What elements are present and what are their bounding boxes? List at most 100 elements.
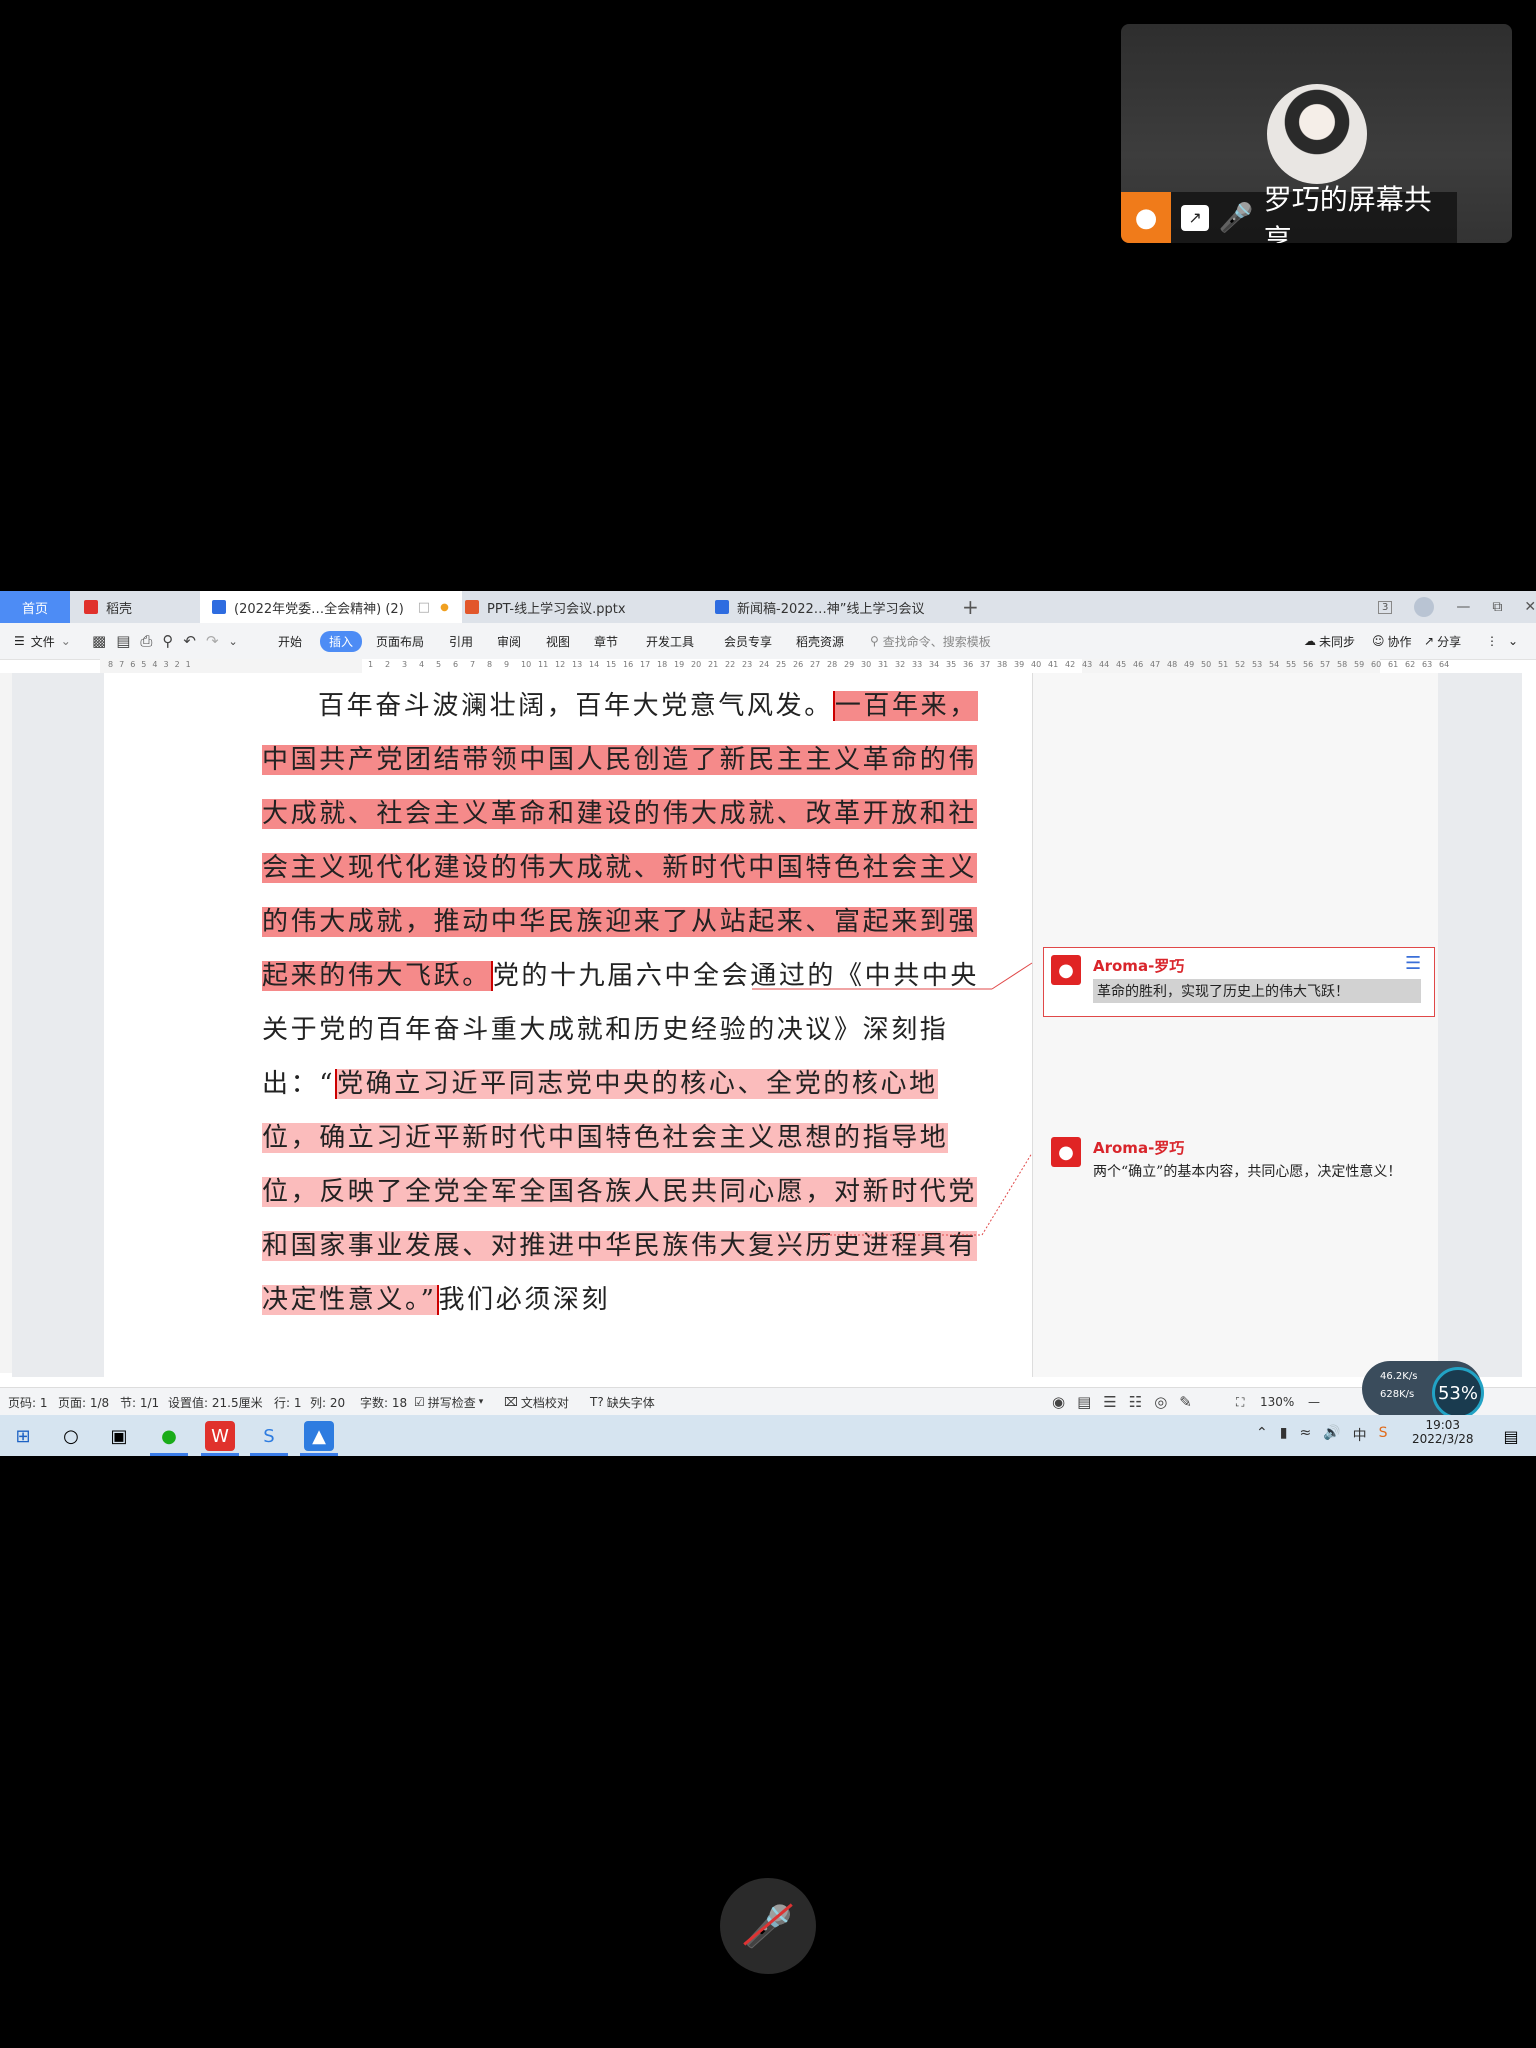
customize-icon[interactable]: ⌄ [229, 635, 238, 648]
redo-icon[interactable]: ↷ [206, 632, 219, 650]
save-icon[interactable]: ▩ [92, 632, 106, 650]
command-search[interactable]: ⚲ 查找命令、搜索模板 [870, 623, 991, 659]
ruler-tick: 37 [980, 660, 991, 669]
wechat-icon[interactable]: ● [150, 1421, 188, 1456]
presenter-avatar [1267, 84, 1367, 184]
file-menu-label: 文件 [30, 634, 55, 649]
mute-microphone-button[interactable]: 🎤 [720, 1878, 816, 1974]
menu-item-review[interactable]: 审阅 [497, 623, 521, 659]
proofread-button[interactable]: ⌧ 文档校对 [504, 1388, 569, 1416]
search-circle-icon[interactable]: ○ [56, 1421, 86, 1451]
clock[interactable]: 19:03 2022/3/28 [1412, 1418, 1474, 1446]
document-canvas[interactable]: 百年奋斗波澜壮阔，百年大党意气风发。一百年来，中国共产党团结带领中国人民创造了新… [12, 673, 1522, 1377]
view-mode-buttons: ◉ ▤ ☰ ☷ ◎ ✎ [1052, 1388, 1192, 1416]
volume-icon[interactable]: 🔊 [1323, 1425, 1340, 1445]
write-mode-icon[interactable]: ✎ [1179, 1393, 1192, 1411]
file-menu[interactable]: ☰ 文件 ⌄ [14, 623, 71, 659]
menu-item-chapter[interactable]: 章节 [594, 623, 618, 659]
notification-icon[interactable]: ▤ [1496, 1421, 1526, 1451]
tab-news-doc[interactable]: 新闻稿-2022…神”线上学习会议 [705, 591, 960, 623]
meeting-app-icon[interactable]: ▲ [300, 1421, 338, 1456]
zoom-level[interactable]: 130% [1260, 1388, 1294, 1416]
menu-item-view[interactable]: 视图 [546, 623, 570, 659]
proofread-icon: ⌧ [504, 1395, 518, 1409]
menu-item-member[interactable]: 会员专享 [724, 623, 772, 659]
export-pdf-icon[interactable]: ▤ [116, 632, 130, 650]
print-preview-icon[interactable]: ⚲ [162, 632, 173, 650]
restore-icon[interactable]: ⧉ [1492, 599, 1502, 615]
ime-indicator[interactable]: 中 [1353, 1425, 1367, 1445]
menu-item-daoke[interactable]: 稻壳资源 [796, 623, 844, 659]
tab-wps-daoke[interactable]: 稻壳 [74, 591, 210, 623]
ruler-tick: 49 [1184, 660, 1195, 669]
ruler-tick: 15 [606, 660, 617, 669]
window-count-badge[interactable]: 3 [1378, 600, 1393, 614]
checkbox-icon: ☑ [414, 1395, 425, 1409]
status-setting: 设置值: 21.5厘米 [168, 1395, 263, 1410]
ruler-tick: 9 [504, 660, 510, 669]
collapse-ribbon-icon[interactable]: ⌄ [1508, 623, 1518, 659]
collaborate-icon: ☺ [1372, 634, 1385, 648]
spell-check-button[interactable]: ☑ 拼写检查 ▾ [414, 1388, 483, 1416]
windows-start-icon[interactable]: ⊞ [8, 1421, 38, 1451]
page-view-icon[interactable]: ▤ [1077, 1393, 1091, 1411]
network-speed-widget[interactable]: 46.2K/s 628K/s 53% [1362, 1361, 1484, 1419]
menu-item-insert[interactable]: 插入 [320, 623, 363, 659]
minimize-icon[interactable]: — [1456, 599, 1470, 615]
menu-item-developer[interactable]: 开发工具 [646, 623, 694, 659]
microphone-muted-icon: 🎤 [743, 1902, 793, 1950]
menu-item-references[interactable]: 引用 [449, 623, 473, 659]
undo-icon[interactable]: ↶ [183, 632, 196, 650]
ruler-tick: 4 [419, 660, 425, 669]
wps-logo-icon [84, 600, 98, 614]
share-button[interactable]: ↗ 分享 [1424, 623, 1461, 659]
tab-ppt[interactable]: PPT-线上学习会议.pptx [455, 591, 710, 623]
wps-writer-window: 首页 稻壳 (2022年党委…全会精神) (2) □ ● PPT-线上学习会议.… [0, 591, 1536, 1456]
new-tab-button[interactable]: + [962, 591, 979, 623]
menu-item-layout[interactable]: 页面布局 [376, 623, 424, 659]
missing-font-button[interactable]: T? 缺失字体 [590, 1388, 655, 1416]
sync-button[interactable]: ☁ 未同步 [1304, 623, 1355, 659]
ruler-tick: 50 [1201, 660, 1212, 669]
wifi-icon[interactable]: ≈ [1299, 1425, 1311, 1445]
comment-connector-lines [752, 962, 1033, 1236]
ruler-tick: 60 [1371, 660, 1382, 669]
task-view-icon[interactable]: ▣ [104, 1421, 134, 1451]
print-icon[interactable]: ⎙ [140, 632, 152, 650]
ruler-tick: 33 [912, 660, 923, 669]
sogou-tray-icon[interactable]: S [1379, 1425, 1388, 1445]
web-view-icon[interactable]: ◎ [1154, 1393, 1167, 1411]
status-pages[interactable]: 页面: 1/8 [58, 1388, 109, 1416]
ruler-tick: 45 [1116, 660, 1127, 669]
battery-icon[interactable]: ▮ [1280, 1425, 1288, 1445]
ruler-tick: 57 [1320, 660, 1331, 669]
system-tray: ⌃ ▮ ≈ 🔊 中 S [1256, 1425, 1388, 1445]
wps-app-icon[interactable]: W [201, 1421, 239, 1456]
ruler-tick: 58 [1337, 660, 1348, 669]
eye-protection-icon[interactable]: ◉ [1052, 1393, 1065, 1411]
ruler-tick: 6 [130, 660, 136, 669]
ruler-tick: 7 [470, 660, 476, 669]
tab-label: PPT-线上学习会议.pptx [487, 601, 626, 617]
sogou-app-icon[interactable]: S [250, 1421, 288, 1456]
fit-page-icon[interactable]: ⛶ [1236, 1388, 1244, 1416]
ruler-tick: 12 [555, 660, 566, 669]
horizontal-ruler[interactable]: 87654321 1 2 3 4 5 6 7 8 9 10 11 12 13 14 15 16 17 18 19 20… [100, 659, 1449, 674]
screen-share-icon: ↗ [1181, 204, 1209, 231]
user-avatar[interactable] [1414, 597, 1435, 617]
cpu-percent: 53% [1432, 1367, 1484, 1419]
status-word-count[interactable]: 字数: 18 [360, 1388, 407, 1416]
chevron-up-icon[interactable]: ⌃ [1256, 1425, 1268, 1445]
status-page-number[interactable]: 页码: 1 [8, 1388, 48, 1416]
more-icon[interactable]: ⋮ [1486, 623, 1498, 659]
screen-share-tile[interactable]: ● ↗ 🎤 罗巧的屏幕共享 [1121, 24, 1512, 243]
tab-document-active[interactable]: (2022年党委…全会精神) (2) □ ● [200, 591, 462, 623]
share-title: 罗巧的屏幕共享 [1263, 182, 1432, 244]
menu-item-home[interactable]: 开始 [278, 623, 302, 659]
outline-view-icon[interactable]: ☰ [1103, 1393, 1116, 1411]
tab-home[interactable]: 首页 [0, 591, 70, 623]
zoom-out-icon[interactable]: — [1308, 1388, 1320, 1416]
close-icon[interactable]: ✕ [1524, 599, 1536, 615]
collaborate-button[interactable]: ☺ 协作 [1372, 623, 1412, 659]
reading-view-icon[interactable]: ☷ [1129, 1393, 1142, 1411]
